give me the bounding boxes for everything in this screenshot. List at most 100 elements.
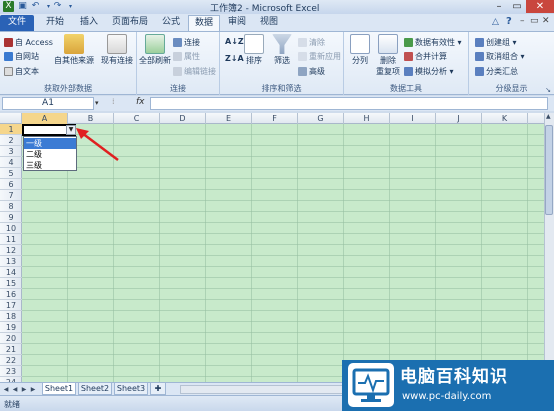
row-header[interactable]: 10	[0, 223, 22, 234]
tab-data[interactable]: 数据	[188, 15, 220, 31]
row-header[interactable]: 9	[0, 212, 22, 223]
name-box-dropdown-icon[interactable]: ▾	[95, 99, 99, 107]
scroll-up-icon[interactable]: ▲	[546, 113, 551, 120]
sheet-tab-2[interactable]: Sheet2	[78, 383, 112, 395]
from-other-sources-button[interactable]: 自其他来源	[52, 34, 96, 66]
row-header[interactable]: 3	[0, 146, 22, 157]
properties-button[interactable]: 属性	[173, 51, 200, 62]
from-access-button[interactable]: 自 Access	[4, 37, 53, 48]
column-header[interactable]: C	[114, 113, 160, 124]
dropdown-option[interactable]: 一级	[24, 138, 76, 149]
reapply-button[interactable]: 重新应用	[298, 51, 341, 62]
doc-close-icon[interactable]: ✕	[542, 16, 550, 26]
from-text-button[interactable]: 自文本	[4, 66, 39, 77]
row-header[interactable]: 11	[0, 234, 22, 245]
row-header[interactable]: 15	[0, 278, 22, 289]
text-to-columns-button[interactable]: 分列	[347, 34, 373, 66]
row-header[interactable]: 12	[0, 245, 22, 256]
refresh-all-button[interactable]: 全部刷新	[139, 34, 171, 66]
row-header[interactable]: 18	[0, 311, 22, 322]
sort-button[interactable]: 排序	[242, 34, 266, 66]
column-header[interactable]: B	[68, 113, 114, 124]
formula-input[interactable]	[150, 97, 548, 110]
column-header[interactable]: H	[344, 113, 390, 124]
close-button[interactable]: ✕	[526, 0, 554, 13]
prev-sheet-icon[interactable]: ◀	[11, 384, 19, 395]
vertical-scroll-thumb[interactable]	[545, 125, 553, 215]
tab-insert[interactable]: 插入	[74, 15, 104, 31]
tab-home[interactable]: 开始	[40, 15, 70, 31]
save-icon[interactable]: ▣	[17, 1, 28, 12]
maximize-button[interactable]: ▭	[508, 0, 526, 13]
tab-file[interactable]: 文件	[0, 15, 34, 31]
column-header[interactable]: K	[482, 113, 528, 124]
row-header[interactable]: 23	[0, 366, 22, 377]
connections-button[interactable]: 连接	[173, 37, 200, 48]
row-header[interactable]: 17	[0, 300, 22, 311]
row-header[interactable]: 21	[0, 344, 22, 355]
data-validation-button[interactable]: 数据有效性 ▾	[404, 37, 462, 48]
row-header[interactable]: 16	[0, 289, 22, 300]
row-header[interactable]: 7	[0, 190, 22, 201]
row-header[interactable]: 2	[0, 135, 22, 146]
name-box[interactable]: A1	[2, 97, 94, 110]
column-header[interactable]: I	[390, 113, 436, 124]
minimize-button[interactable]: –	[490, 0, 508, 13]
remove-duplicates-button[interactable]: 删除 重复项	[374, 34, 402, 77]
row-header[interactable]: 5	[0, 168, 22, 179]
row-header[interactable]: 14	[0, 267, 22, 278]
subtotal-button[interactable]: 分类汇总	[475, 66, 518, 77]
sheet-tab-3[interactable]: Sheet3	[114, 383, 148, 395]
ungroup-button[interactable]: 取消组合 ▾	[475, 51, 525, 62]
row-header[interactable]: 19	[0, 322, 22, 333]
tab-view[interactable]: 视图	[254, 15, 284, 31]
group-label: 连接	[170, 84, 186, 93]
undo-icon[interactable]: ↶	[30, 1, 41, 12]
select-all-corner[interactable]	[0, 113, 22, 124]
first-sheet-icon[interactable]: ◀	[2, 384, 10, 395]
minimize-ribbon-icon[interactable]: △	[492, 17, 499, 27]
from-web-button[interactable]: 自网站	[4, 51, 39, 62]
sort-desc-icon[interactable]: Z↓A	[225, 54, 244, 63]
insert-function-icon[interactable]: fx	[136, 97, 145, 107]
last-sheet-icon[interactable]: ▶	[29, 384, 37, 395]
row-header[interactable]: 8	[0, 201, 22, 212]
sort-asc-icon[interactable]: A↓Z	[225, 37, 244, 46]
insert-sheet-icon[interactable]: ✚	[150, 383, 166, 395]
web-icon	[4, 52, 13, 61]
column-header[interactable]: G	[298, 113, 344, 124]
dropdown-option[interactable]: 三级	[24, 160, 76, 171]
redo-icon[interactable]: ↷	[52, 1, 63, 12]
consolidate-button[interactable]: 合并计算	[404, 51, 447, 62]
row-header[interactable]: 1	[0, 124, 22, 135]
row-header[interactable]: 6	[0, 179, 22, 190]
tab-review[interactable]: 审阅	[222, 15, 252, 31]
tab-formulas[interactable]: 公式	[156, 15, 186, 31]
help-icon[interactable]: ?	[506, 16, 512, 27]
row-header[interactable]: 20	[0, 333, 22, 344]
next-sheet-icon[interactable]: ▶	[20, 384, 28, 395]
column-header[interactable]: J	[436, 113, 482, 124]
advanced-button[interactable]: 高级	[298, 66, 325, 77]
column-header[interactable]: F	[252, 113, 298, 124]
doc-restore-icon[interactable]: ▭	[530, 16, 539, 26]
clear-button[interactable]: 清除	[298, 37, 325, 48]
dialog-launcher-icon[interactable]: ↘	[545, 86, 551, 94]
row-header[interactable]: 13	[0, 256, 22, 267]
sheet-tab-1[interactable]: Sheet1	[42, 383, 76, 395]
existing-connections-button[interactable]: 现有连接	[100, 34, 134, 66]
doc-minimize-icon[interactable]: –	[520, 16, 525, 26]
tab-page-layout[interactable]: 页面布局	[108, 15, 152, 31]
column-header[interactable]: E	[206, 113, 252, 124]
row-header[interactable]: 4	[0, 157, 22, 168]
what-if-analysis-button[interactable]: 模拟分析 ▾	[404, 66, 454, 77]
edit-links-icon	[173, 67, 182, 76]
group-button[interactable]: 创建组 ▾	[475, 37, 517, 48]
customize-toolbar-icon[interactable]: ▾	[65, 1, 76, 12]
dropdown-option[interactable]: 二级	[24, 149, 76, 160]
edit-links-button[interactable]: 编辑链接	[173, 66, 216, 77]
filter-button[interactable]: 筛选	[270, 34, 294, 66]
column-header[interactable]: A	[22, 113, 68, 124]
row-header[interactable]: 22	[0, 355, 22, 366]
column-header[interactable]: D	[160, 113, 206, 124]
